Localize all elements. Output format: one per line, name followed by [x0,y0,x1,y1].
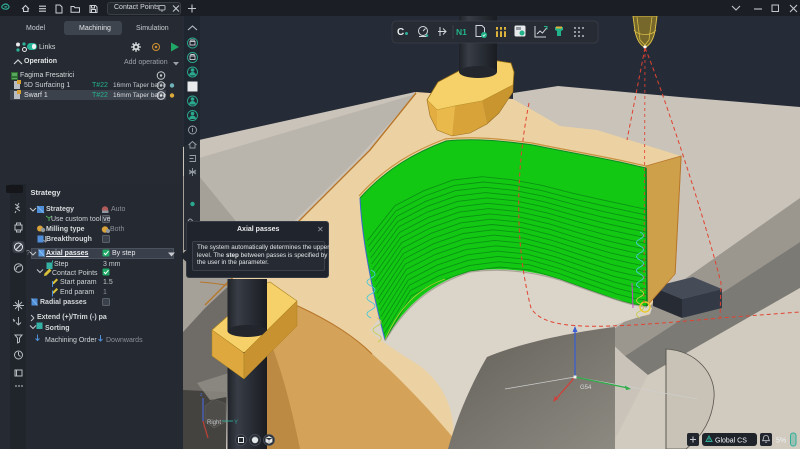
svg-text:Global CS: Global CS [715,438,747,445]
svg-text:G54: G54 [580,385,592,391]
svg-text:5%: 5% [776,438,786,445]
svg-text:Right: Right [207,420,221,426]
svg-text:N1: N1 [456,27,467,37]
svg-text:C: C [397,27,404,38]
svg-text:Y: Y [234,420,238,426]
